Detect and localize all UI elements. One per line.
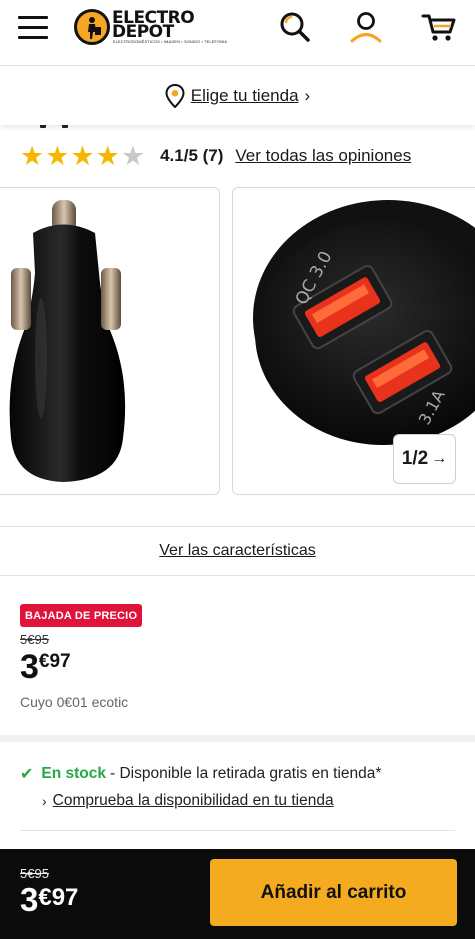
divider [20, 830, 455, 831]
section-divider [0, 735, 475, 742]
logo-emblem [74, 9, 110, 45]
map-pin-icon [165, 84, 185, 108]
hamburger-menu-icon[interactable] [18, 14, 50, 40]
product-rating: ★ ★ ★ ★ ★ 4.1/5 (7) Ver todas las opiniones [20, 141, 411, 171]
rating-stars[interactable]: ★ ★ ★ ★ ★ [20, 143, 146, 170]
logo-tagline: ELECTRODOMÉSTICOS • IMAGEN • SONIDO • TE… [113, 40, 228, 44]
star-filled-icon: ★ [20, 140, 45, 172]
price-drop-badge: BAJADA DE PRECIO [20, 604, 143, 627]
sticky-current-price: 3 €97 [20, 881, 78, 919]
ecotic-note: Cuyo 0€01 ecotic [20, 694, 129, 710]
characteristics-section: Ver las características [0, 526, 475, 576]
price-units: 3 [20, 648, 39, 686]
star-filled-icon: ★ [95, 140, 120, 172]
sticky-old-price: 5€95 [20, 866, 49, 881]
gallery-next-button[interactable]: 1/2 → [393, 434, 456, 484]
chevron-right-icon: › [42, 793, 47, 809]
chevron-right-icon: › [304, 86, 311, 105]
store-selector[interactable]: Elige tu tienda › [0, 67, 475, 125]
check-store-availability-link[interactable]: Comprueba la disponibilidad en tu tienda [53, 792, 334, 810]
user-icon[interactable] [349, 10, 383, 44]
rating-score: 4.1/5 (7) [160, 146, 224, 165]
sticky-purchase-bar: 5€95 3 €97 Añadir al carrito [0, 849, 475, 939]
price-cents: €97 [38, 651, 71, 672]
all-reviews-link[interactable]: Ver todas las opiniones [235, 146, 411, 166]
check-store-availability[interactable]: › Comprueba la disponibilidad en tu tien… [42, 792, 334, 810]
search-icon[interactable] [278, 10, 312, 44]
car-charger-side-image [9, 200, 126, 482]
sticky-price-cents: €97 [38, 884, 79, 911]
check-icon: ✔ [20, 766, 34, 783]
stock-description: - Disponible la retirada gratis en tiend… [110, 765, 382, 782]
characteristics-link[interactable]: Ver las características [159, 542, 316, 560]
logo-text-depot: DEPOT [112, 22, 174, 42]
current-price: 3 €97 [20, 648, 71, 686]
stock-status: ✔ En stock - Disponible la retirada grat… [20, 764, 381, 784]
electro-depot-logo[interactable]: ELECTRO DEPOT ELECTRODOMÉSTICOS • IMAGEN… [74, 7, 227, 49]
sticky-price-units: 3 [20, 881, 39, 918]
store-selector-label[interactable]: Elige tu tienda [191, 86, 299, 106]
add-to-cart-button[interactable]: Añadir al carrito [210, 859, 457, 926]
in-stock-label: En stock [41, 765, 107, 782]
gallery-image-card[interactable] [0, 187, 220, 495]
site-header: ELECTRO DEPOT ELECTRODOMÉSTICOS • IMAGEN… [0, 0, 475, 66]
star-filled-icon: ★ [45, 140, 70, 172]
gallery-counter-text: 1/2 [401, 448, 429, 469]
arrow-right-icon: → [431, 450, 448, 467]
old-price: 5€95 [20, 632, 49, 647]
star-empty-icon: ★ [120, 140, 146, 172]
star-filled-icon: ★ [70, 140, 95, 172]
cart-icon[interactable] [421, 10, 456, 44]
